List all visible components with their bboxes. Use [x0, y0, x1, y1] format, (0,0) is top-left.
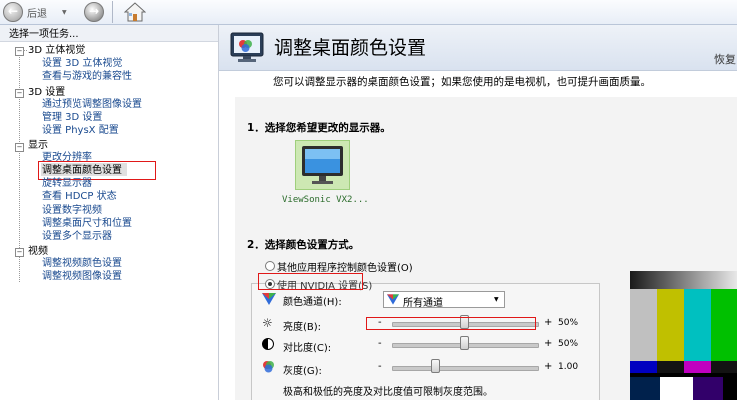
tree-line	[23, 50, 27, 51]
task-link[interactable]: 管理 3D 设置	[42, 111, 102, 124]
chevron-down-icon: ▼	[494, 296, 499, 303]
brightness-plus[interactable]: +	[544, 317, 552, 328]
task-link[interactable]: 调整桌面尺寸和位置	[42, 217, 132, 230]
task-link[interactable]: 调整视频颜色设置	[42, 257, 122, 270]
section-2-title: 2．选择颜色设置方式。	[247, 239, 360, 251]
pattern-block-navy	[630, 377, 660, 400]
monitor-selector[interactable]	[295, 140, 350, 190]
task-link[interactable]: 查看 HDCP 状态	[42, 190, 117, 203]
contrast-value: 50%	[558, 339, 579, 349]
section-1-title: 1．选择您希望更改的显示器。	[247, 122, 391, 134]
radio-other-apps[interactable]	[265, 261, 275, 271]
gray-gradient-bar	[630, 271, 737, 289]
contrast-label: 对比度(C):	[283, 343, 332, 354]
red-highlight-box	[258, 273, 363, 290]
task-pane-title: 选择一项任务...	[9, 29, 79, 40]
monitor-icon	[302, 146, 343, 184]
color-channel-value: 所有通道	[403, 298, 443, 309]
brightness-icon: ☼	[262, 316, 273, 330]
back-arrow-icon[interactable]: ←	[3, 2, 23, 22]
red-highlight-box	[366, 317, 536, 330]
color-settings-icon	[229, 30, 265, 64]
home-icon[interactable]	[123, 2, 147, 22]
collapse-icon[interactable]: −	[15, 248, 24, 257]
color-test-pattern	[630, 271, 737, 400]
pattern-block-purple	[693, 377, 723, 400]
gamma-plus[interactable]: +	[544, 361, 552, 372]
contrast-icon	[262, 338, 274, 350]
gamma-icon	[262, 360, 275, 373]
collapse-icon[interactable]: −	[15, 47, 24, 56]
color-channel-select[interactable]: 所有通道 ▼	[383, 291, 505, 309]
range-note: 极高和极低的亮度及对比度值可限制灰度范围。	[283, 387, 493, 398]
monitor-label[interactable]: ViewSonic VX2...	[282, 195, 369, 205]
color-bar-cyan	[684, 289, 711, 361]
task-link[interactable]: 设置 PhysX 配置	[42, 124, 119, 137]
restore-link[interactable]: 恢复	[714, 51, 736, 67]
collapse-icon[interactable]: −	[15, 89, 24, 98]
brightness-value: 50%	[558, 318, 579, 328]
color-bar-black-low-2	[711, 361, 737, 373]
contrast-plus[interactable]: +	[544, 338, 552, 349]
task-link[interactable]: 设置 3D 立体视觉	[42, 57, 122, 70]
task-link[interactable]: 调整视频图像设置	[42, 270, 122, 283]
gamma-value: 1.00	[558, 362, 579, 372]
color-channel-label: 颜色通道(H):	[283, 297, 342, 308]
task-link[interactable]: 查看与游戏的兼容性	[42, 70, 132, 83]
page-title: 调整桌面颜色设置	[274, 37, 427, 59]
forward-arrow-icon[interactable]: →	[84, 2, 104, 22]
all-channels-icon	[387, 294, 399, 305]
color-bar-blue-low	[630, 361, 657, 373]
color-bar-green	[711, 289, 737, 361]
task-link[interactable]: 设置数字视频	[42, 204, 102, 217]
task-link[interactable]: 旋转显示器	[42, 177, 92, 190]
color-bar-gray	[630, 289, 657, 361]
pattern-block-white	[660, 377, 693, 400]
gamma-label: 灰度(G):	[283, 366, 322, 377]
color-channel-icon	[262, 293, 276, 305]
gamma-minus[interactable]: -	[378, 361, 382, 372]
toolbar-separator	[112, 1, 113, 23]
task-link[interactable]: 通过预览调整图像设置	[42, 98, 142, 111]
gamma-slider-track[interactable]	[392, 366, 539, 371]
back-label[interactable]: 后退	[27, 5, 47, 20]
color-bar-magenta-low	[684, 361, 711, 373]
radio-other-label[interactable]: 其他应用程序控制颜色设置(O)	[277, 259, 413, 274]
category-3d-stereo[interactable]: 3D 立体视觉	[28, 44, 85, 57]
back-dropdown-icon[interactable]: ▼	[62, 9, 67, 16]
color-bar-black-low	[657, 361, 684, 373]
brightness-label: 亮度(B):	[283, 322, 322, 333]
page-description: 您可以调整显示器的桌面颜色设置；如果您使用的是电视机，也可提升画面质量。	[273, 76, 651, 88]
collapse-icon[interactable]: −	[15, 143, 24, 152]
gamma-slider-thumb[interactable]	[431, 359, 440, 373]
color-bar-yellow	[657, 289, 684, 361]
contrast-slider-thumb[interactable]	[460, 336, 469, 350]
task-link[interactable]: 设置多个显示器	[42, 230, 112, 243]
contrast-minus[interactable]: -	[378, 338, 382, 349]
toolbar: ← 后退 ▼ →	[0, 0, 737, 25]
